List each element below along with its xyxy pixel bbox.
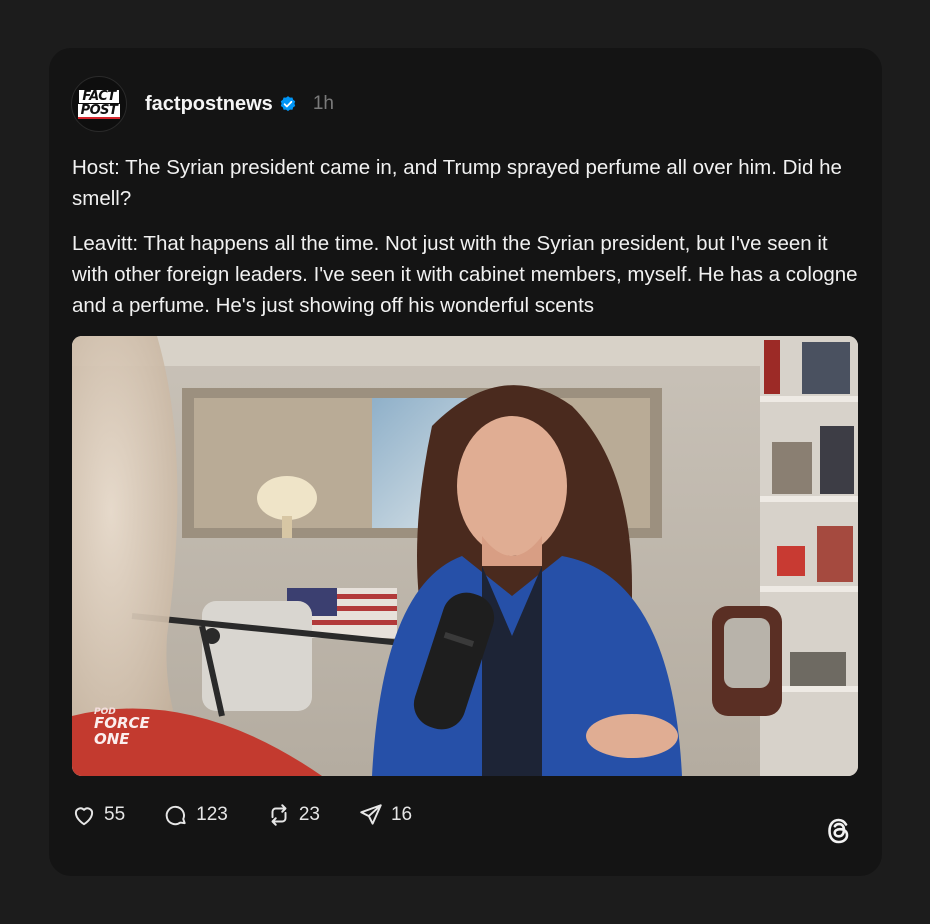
reply-button[interactable]: 123 <box>163 802 228 828</box>
share-button[interactable]: 16 <box>358 802 412 828</box>
username-link[interactable]: factpostnews <box>145 93 273 116</box>
like-count: 55 <box>104 804 126 825</box>
threads-logo-icon[interactable] <box>822 814 856 848</box>
post-card: FACT POST factpostnews 1h Host: The Syri… <box>49 48 882 876</box>
post-paragraph-host: Host: The Syrian president came in, and … <box>72 156 842 210</box>
post-header: FACT POST factpostnews 1h <box>71 76 334 132</box>
watermark-line3: ONE <box>94 730 130 748</box>
reply-count: 123 <box>196 804 228 825</box>
repost-button[interactable]: 23 <box>266 802 320 828</box>
share-count: 16 <box>390 804 413 825</box>
repost-icon <box>271 804 287 826</box>
post-video-thumbnail[interactable]: POD FORCE ONE <box>72 336 858 776</box>
post-actions: 55 123 23 16 <box>71 800 450 830</box>
share-icon <box>360 804 382 825</box>
repost-count: 23 <box>298 804 320 825</box>
post-timestamp: 1h <box>312 93 334 114</box>
heart-icon <box>74 807 94 826</box>
avatar-logo-line1: FACT <box>79 89 119 103</box>
like-button[interactable]: 55 <box>71 802 125 828</box>
comment-icon <box>165 805 186 826</box>
video-frame-image: POD FORCE ONE <box>72 336 858 776</box>
post-body: Host: The Syrian president came in, and … <box>72 152 862 335</box>
post-paragraph-leavitt: Leavitt: That happens all the time. Not … <box>72 232 858 317</box>
verified-badge-icon <box>280 96 296 112</box>
avatar[interactable]: FACT POST <box>71 76 127 132</box>
avatar-logo-line2: POST <box>77 103 121 119</box>
